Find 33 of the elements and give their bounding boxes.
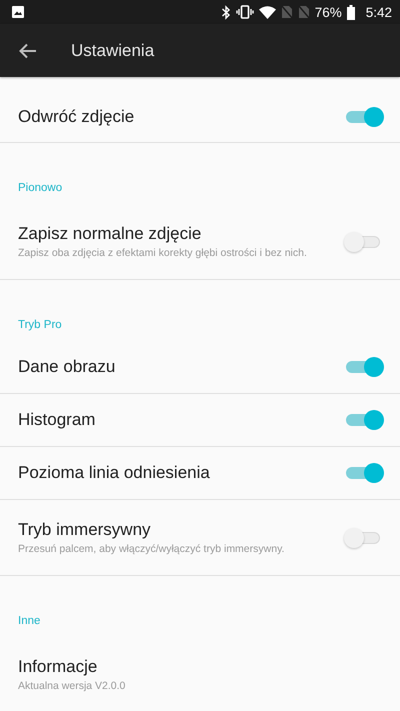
bluetooth-icon	[220, 4, 231, 20]
image-icon	[11, 5, 25, 19]
setting-title: Tryb immersywny	[18, 520, 152, 540]
settings-item[interactable]: Dane obrazu	[0, 341, 400, 394]
no-sim-icon	[298, 5, 310, 19]
setting-title: Informacje	[18, 657, 98, 677]
settings-item[interactable]: Pozioma linia odniesienia	[0, 447, 400, 500]
settings-item[interactable]: Informacje Aktualna wersja V2.0.0	[0, 637, 400, 711]
setting-description: Aktualna wersja V2.0.0	[18, 680, 126, 692]
setting-title: Pozioma linia odniesienia	[18, 463, 211, 483]
section-header: Pionowo	[18, 182, 62, 194]
section-header: Inne	[18, 615, 40, 627]
setting-title: Histogram	[18, 410, 96, 430]
settings-item[interactable]: Tryb immersywny Przesuń palcem, aby włączyć/wyłączyć tryb immersywny.	[0, 500, 400, 575]
battery-percent: 76%	[314, 4, 342, 20]
clock: 5:42	[366, 4, 392, 20]
back-arrow-icon[interactable]	[19, 42, 37, 58]
settings-item[interactable]: Zapisz normalne zdjęcie Zapisz oba zdjęcia z efektami korekty głębi ostrości i bez nich.	[0, 204, 400, 279]
setting-title: Zapisz normalne zdjęcie	[18, 224, 202, 244]
section-header: Tryb Pro	[18, 319, 62, 331]
settings-item[interactable]: Histogram	[0, 394, 400, 447]
toggle-switch[interactable]	[344, 526, 380, 548]
setting-title: Dane obrazu	[18, 357, 116, 377]
no-sim-icon	[280, 5, 293, 19]
toggle-switch[interactable]	[344, 230, 380, 252]
vibrate-icon	[236, 5, 254, 19]
settings-item[interactable]: Odwróć zdjęcie	[0, 77, 400, 142]
setting-title: Odwróć zdjęcie	[18, 106, 136, 126]
screen-title: Ustawienia	[71, 40, 154, 60]
setting-description: Zapisz oba zdjęcia z efektami korekty głębi ostrości i bez nich.	[18, 247, 308, 259]
battery-icon	[346, 4, 355, 20]
wifi-icon	[258, 6, 276, 18]
setting-description: Przesuń palcem, aby włączyć/wyłączyć tryb immersywny.	[18, 543, 286, 555]
